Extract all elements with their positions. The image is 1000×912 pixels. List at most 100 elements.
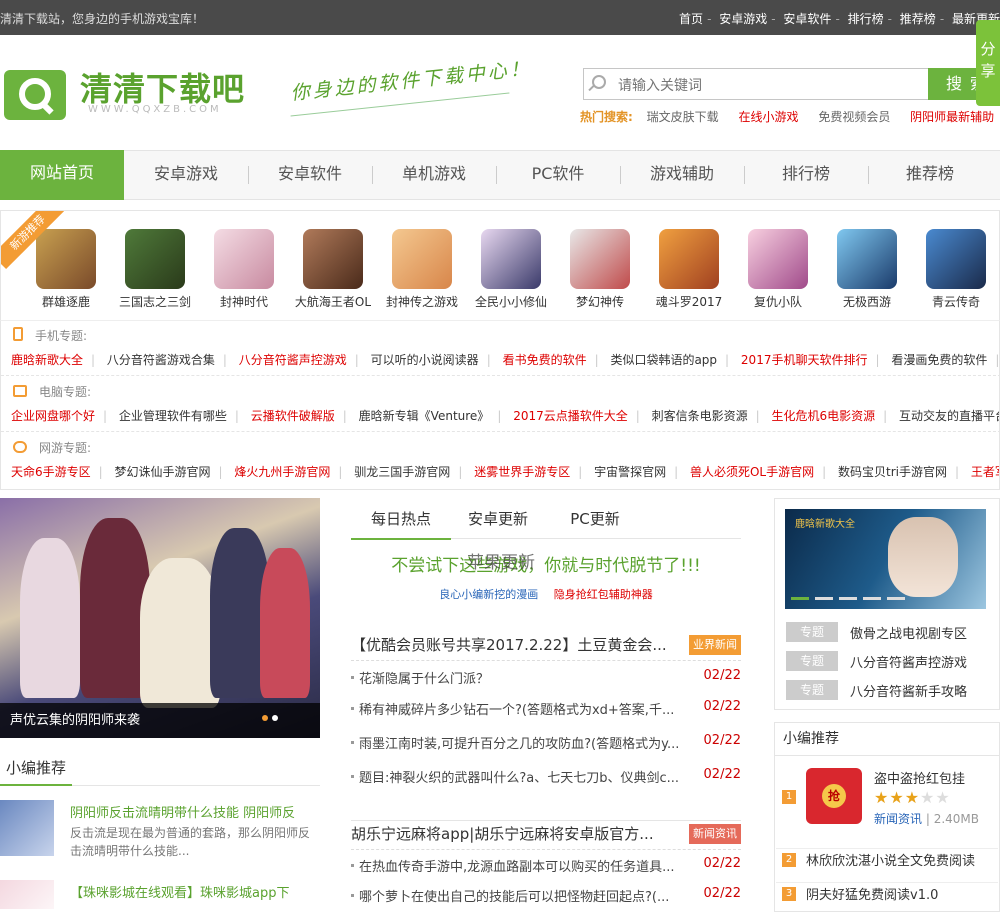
xiaobian-item-title[interactable]: 阴阳师反击流晴明带什么技能 阴阳师反 <box>70 802 320 821</box>
topic-link[interactable]: 王者军团 <box>971 465 999 479</box>
game-icon[interactable] <box>659 229 719 289</box>
topic-link[interactable]: 迷雾世界手游专区 <box>474 465 570 479</box>
game-icon[interactable] <box>392 229 452 289</box>
xiaobian-item[interactable]: 阴阳师反击流晴明带什么技能 阴阳师反 反击流是现在最为普通的套路，那么阴阳师反击… <box>0 800 320 860</box>
xiaobian-thumb[interactable] <box>0 800 54 856</box>
logo-icon[interactable] <box>4 70 66 120</box>
right-feature-image[interactable]: 鹿晗新歌大全 <box>785 509 986 609</box>
pager-dot[interactable] <box>863 597 881 600</box>
nav-home[interactable]: 网站首页 <box>0 150 124 200</box>
pager-dot[interactable] <box>887 597 905 600</box>
nav-single-games[interactable]: 单机游戏 <box>372 151 496 199</box>
nav-recommend[interactable]: 推荐榜 <box>868 151 992 199</box>
rank-item[interactable]: 2 林欣欣沈湛小说全文免费阅读 <box>776 848 998 870</box>
game-item[interactable]: 梦幻神传 <box>555 229 645 310</box>
news-section-title[interactable]: 【优酷会员账号共享2017.2.22】土豆黄金会... <box>351 634 681 655</box>
game-item[interactable]: 群雄逐鹿 <box>21 229 111 310</box>
news-item[interactable]: 在热血传奇手游中,龙源血路副本可以购买的任务道具... 02/22 <box>351 856 741 878</box>
news-item[interactable]: 雨墨江南时装,可提升百分之几的攻防血?(答题格式为y... 02/22 <box>351 733 741 755</box>
tab-daily-hot[interactable]: 每日热点 <box>351 506 451 540</box>
topic-link[interactable]: 云播软件破解版 <box>251 409 335 423</box>
news-tag[interactable]: 新闻资讯 <box>689 824 741 844</box>
topic-link[interactable]: 驯龙三国手游官网 <box>354 465 450 479</box>
right-topic-item[interactable]: 专题 八分音符酱声控游戏 <box>786 651 996 673</box>
game-icon[interactable] <box>36 229 96 289</box>
game-item[interactable]: 封神时代 <box>199 229 289 310</box>
topic-link[interactable]: 类似口袋韩语的app <box>610 353 717 367</box>
tab-apple-updates[interactable]: 苹果更新 <box>467 548 535 573</box>
game-icon[interactable] <box>303 229 363 289</box>
nav-android-apps[interactable]: 安卓软件 <box>248 151 372 199</box>
pager-dot[interactable] <box>791 597 809 600</box>
tab-android-updates[interactable]: 安卓更新 <box>448 506 548 538</box>
topic-link[interactable]: 烽火九州手游官网 <box>234 465 330 479</box>
rank-item[interactable]: 3 阴夫好猛免费阅读v1.0 <box>776 882 998 904</box>
topic-link[interactable]: 2017手机聊天软件排行 <box>741 353 868 367</box>
xiaobian-item-title[interactable]: 【珠咪影城在线观看】珠咪影城app下 <box>70 882 320 901</box>
topic-link[interactable]: 宇宙警探官网 <box>594 465 666 479</box>
topic-link[interactable]: 八分音符酱游戏合集 <box>107 353 215 367</box>
hot-keyword[interactable]: 阴阳师最新辅助 <box>910 110 994 124</box>
topic-link[interactable]: 鹿晗新专辑《Venture》 <box>359 409 490 423</box>
topic-link[interactable]: 鹿晗新歌大全 <box>11 353 83 367</box>
game-icon[interactable] <box>926 229 986 289</box>
topic-link[interactable]: 互动交友的直播平台 <box>899 409 999 423</box>
game-item[interactable]: 青云传奇 <box>911 229 999 310</box>
game-item[interactable]: 全民小小修仙 <box>466 229 556 310</box>
nav-game-helper[interactable]: 游戏辅助 <box>620 151 744 199</box>
game-item[interactable]: 三国志之三剑 <box>110 229 200 310</box>
topic-link[interactable]: 企业管理软件有哪些 <box>119 409 227 423</box>
pager-dot[interactable] <box>815 597 833 600</box>
game-item[interactable]: 大航海王者OL <box>288 229 378 310</box>
topic-link[interactable]: 可以听的小说阅读器 <box>371 353 479 367</box>
topic-link[interactable]: 八分音符酱声控游戏 <box>239 353 347 367</box>
feature-banner[interactable]: 声优云集的阴阳师来袭 <box>0 498 320 738</box>
hot-keyword[interactable]: 瑞文皮肤下载 <box>647 110 719 124</box>
xiaobian-thumb[interactable] <box>0 880 54 909</box>
sublink[interactable]: 隐身抢红包辅助神器 <box>554 588 653 601</box>
topic-link[interactable]: 兽人必须死OL手游官网 <box>690 465 814 479</box>
nav-android-games[interactable]: 安卓游戏 <box>124 151 248 199</box>
news-item[interactable]: 稀有神威碎片多少钻石一个?(答题格式为xd+答案,千... 02/22 <box>351 699 741 721</box>
xiaobian-item[interactable]: 【珠咪影城在线观看】珠咪影城app下 <box>0 880 320 909</box>
topic-link[interactable]: 看漫画免费的软件 <box>891 353 987 367</box>
game-item[interactable]: 无极西游 <box>822 229 912 310</box>
hot-keyword[interactable]: 在线小游戏 <box>738 110 798 124</box>
banner-dot[interactable] <box>272 715 278 721</box>
tab-pc-updates[interactable]: PC更新 <box>545 506 645 538</box>
game-icon[interactable] <box>481 229 541 289</box>
headline-text[interactable]: 不尝试下这些游戏，你就与时代脱节了!!! <box>391 556 700 576</box>
top-app-name[interactable]: 盗中盗抢红包挂 <box>874 768 965 787</box>
topic-link[interactable]: 2017云点播软件大全 <box>513 409 628 423</box>
right-topic-item[interactable]: 专题 八分音符酱新手攻略 <box>786 680 996 702</box>
app-category[interactable]: 新闻资讯 <box>874 812 922 826</box>
news-item[interactable]: 哪个萝卜在使出自己的技能后可以把怪物赶回起点?(... 02/22 <box>351 886 741 908</box>
nav-pc-software[interactable]: PC软件 <box>496 151 620 199</box>
game-icon[interactable] <box>748 229 808 289</box>
topic-link[interactable]: 刺客信条电影资源 <box>652 409 748 423</box>
pager-dot[interactable] <box>839 597 857 600</box>
nav-ranking[interactable]: 排行榜 <box>744 151 868 199</box>
game-icon[interactable] <box>570 229 630 289</box>
game-icon[interactable] <box>214 229 274 289</box>
red-packet-icon[interactable]: 抢 <box>806 768 862 824</box>
sublink[interactable]: 良心小编新挖的漫画 <box>439 588 538 601</box>
topic-link[interactable]: 数码宝贝tri手游官网 <box>838 465 947 479</box>
game-icon[interactable] <box>125 229 185 289</box>
share-button[interactable]: 分享 <box>976 20 1000 106</box>
top-app-item[interactable]: 1 抢 盗中盗抢红包挂 ★★★★★ 新闻资讯 | 2.40MB <box>776 760 998 832</box>
topic-link[interactable]: 看书免费的软件 <box>503 353 587 367</box>
game-item[interactable]: 封神传之游戏 <box>377 229 467 310</box>
news-item[interactable]: 花渐隐属于什么门派？ 02/22 <box>351 668 741 690</box>
game-item[interactable]: 复仇小队 <box>733 229 823 310</box>
topic-link[interactable]: 天命6手游专区 <box>11 465 91 479</box>
news-tag[interactable]: 业界新闻 <box>689 635 741 655</box>
search-input[interactable] <box>618 75 918 97</box>
right-topic-item[interactable]: 专题 傲骨之战电视剧专区 <box>786 622 996 644</box>
game-icon[interactable] <box>837 229 897 289</box>
topic-link[interactable]: 梦幻诛仙手游官网 <box>115 465 211 479</box>
news-item[interactable]: 题目:神裂火织的武器叫什么?a、七天七刀b、仪典剑c... 02/22 <box>351 767 741 789</box>
news-section-title[interactable]: 胡乐宁远麻将app|胡乐宁远麻将安卓版官方... <box>351 823 681 844</box>
topic-link[interactable]: 企业网盘哪个好 <box>11 409 95 423</box>
banner-dot[interactable] <box>262 715 268 721</box>
